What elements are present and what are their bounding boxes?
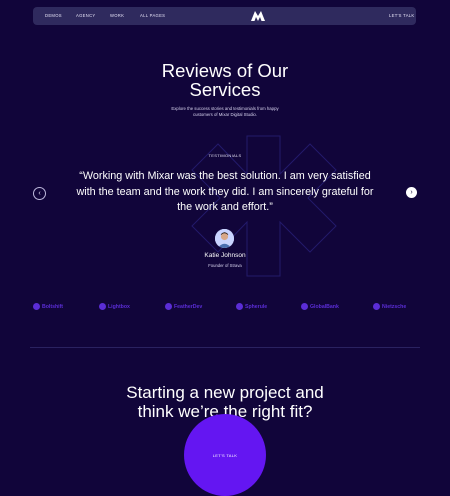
brand-name: Lightbox [108, 303, 130, 310]
brand-name: GlobalBank [310, 303, 339, 310]
cta-heading-line-1: Starting a new project and [126, 383, 324, 402]
nav-link-agency[interactable]: AGENCY [76, 13, 95, 18]
brand-name: Nietzsche [382, 303, 407, 310]
lightbox-logo-icon [99, 303, 106, 310]
brand-logo-lightbox: Lightbox [99, 303, 130, 310]
testimonial-quote: “Working with Mixar was the best solutio… [76, 170, 374, 213]
page-title-line-2: Services [189, 79, 261, 100]
brand-logo-spherule: Spherule [236, 303, 267, 310]
page-title: Reviews of Our Services [0, 61, 450, 99]
boltshift-logo-icon [33, 303, 40, 310]
section-divider [30, 347, 420, 348]
nav-link-all-pages[interactable]: ALL PAGES [140, 13, 165, 18]
globalbank-logo-icon [301, 303, 308, 310]
top-navbar: DEMOS AGENCY WORK ALL PAGES LET'S TALK [33, 7, 416, 25]
brand-name: FeatherDev [174, 303, 203, 310]
previous-testimonial-button[interactable]: ‹ [33, 187, 46, 200]
page-subtitle-line-2: customers of Mixar Digital Studio. [193, 112, 257, 117]
nav-link-demos[interactable]: DEMOS [45, 13, 62, 18]
mixar-logo-icon[interactable] [251, 11, 265, 21]
reviewer-name: Katie Johnson [204, 252, 246, 259]
next-testimonial-button[interactable]: › [406, 187, 417, 198]
avatar [215, 229, 234, 248]
brand-logo-featherdev: FeatherDev [165, 303, 202, 310]
chevron-right-icon: › [410, 189, 413, 196]
nav-lets-talk-link[interactable]: LET'S TALK [389, 13, 415, 18]
chevron-left-icon: ‹ [38, 190, 41, 197]
nav-link-work[interactable]: WORK [110, 13, 124, 18]
brand-name: Spherule [245, 303, 268, 310]
page-subtitle: Explore the success stories and testimon… [0, 106, 450, 118]
spherule-logo-icon [236, 303, 243, 310]
testimonials-label: TESTIMONIALS [208, 153, 242, 158]
featherdev-logo-icon [165, 303, 172, 310]
nietzsche-logo-icon [373, 303, 380, 310]
reviewer-role: Founder of Strava [208, 263, 242, 268]
brand-logo-boltshift: Boltshift [33, 303, 63, 310]
brand-logo-globalbank: GlobalBank [301, 303, 339, 310]
brand-logo-nietzsche: Nietzsche [373, 303, 406, 310]
lets-talk-label: LET'S TALK [212, 452, 238, 458]
page-title-line-1: Reviews of Our [161, 60, 289, 81]
lets-talk-button[interactable]: LET'S TALK [184, 414, 266, 496]
person-avatar-icon [215, 229, 234, 248]
brand-name: Boltshift [42, 303, 64, 310]
